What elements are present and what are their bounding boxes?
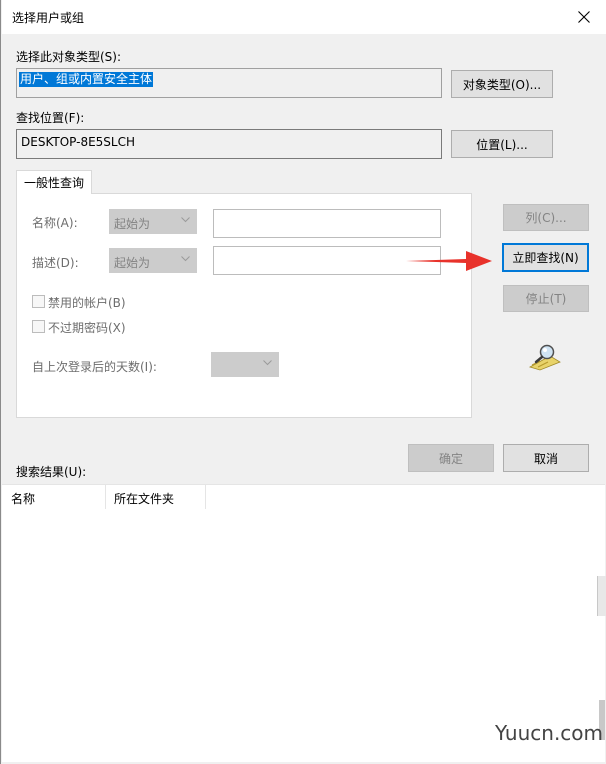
column-header-name[interactable]: 名称	[2, 485, 106, 509]
description-mode-value: 起始为	[114, 256, 151, 270]
location-label: 查找位置(F):	[16, 111, 85, 125]
object-types-button[interactable]: 对象类型(O)...	[451, 70, 553, 98]
stop-button[interactable]: 停止(T)	[503, 285, 589, 312]
chevron-down-icon	[263, 360, 272, 366]
column-header-folder[interactable]: 所在文件夹	[106, 485, 206, 509]
object-type-label: 选择此对象类型(S):	[16, 50, 122, 64]
description-mode-select[interactable]: 起始为	[109, 248, 197, 273]
search-results-label: 搜索结果(U):	[16, 465, 87, 479]
location-value: DESKTOP-8E5SLCH	[21, 135, 136, 149]
days-since-login-label: 自上次登录后的天数(I):	[32, 360, 157, 374]
find-now-button[interactable]: 立即查找(N)	[502, 243, 589, 272]
chevron-down-icon	[181, 217, 190, 223]
location-field[interactable]: DESKTOP-8E5SLCH	[16, 129, 442, 159]
chevron-down-icon	[181, 256, 190, 262]
object-type-value: 用户、组或内置安全主体	[19, 72, 154, 87]
ok-button[interactable]: 确定	[408, 444, 494, 472]
window-title: 选择用户或组	[12, 11, 85, 25]
description-label: 描述(D):	[32, 256, 79, 270]
disabled-accounts-label: 禁用的帐户(B)	[48, 296, 126, 310]
columns-button[interactable]: 列(C)...	[503, 204, 589, 231]
name-mode-value: 起始为	[114, 217, 151, 231]
title-bar: 选择用户或组	[2, 0, 606, 34]
close-button[interactable]	[561, 0, 606, 34]
red-arrow-icon	[406, 251, 492, 271]
non-expiring-password-checkbox[interactable]	[32, 320, 45, 333]
name-mode-select[interactable]: 起始为	[109, 209, 197, 234]
select-users-or-groups-dialog: 选择用户或组 选择此对象类型(S): 用户、组或内置安全主体 对象类型(O)..…	[0, 0, 606, 764]
locations-button[interactable]: 位置(L)...	[451, 130, 553, 158]
name-label: 名称(A):	[32, 216, 78, 230]
days-since-login-select[interactable]	[211, 352, 279, 377]
background-window-edge	[597, 576, 606, 616]
non-expiring-password-label: 不过期密码(X)	[48, 321, 126, 335]
search-magnifier-icon	[528, 343, 562, 371]
close-icon	[578, 11, 590, 23]
tab-general-queries[interactable]: 一般性查询	[16, 170, 92, 194]
object-type-field[interactable]: 用户、组或内置安全主体	[16, 68, 442, 98]
disabled-accounts-checkbox[interactable]	[32, 295, 45, 308]
name-input[interactable]	[213, 209, 441, 238]
watermark: Yuucn.com	[495, 721, 604, 745]
cancel-button[interactable]: 取消	[503, 444, 589, 472]
